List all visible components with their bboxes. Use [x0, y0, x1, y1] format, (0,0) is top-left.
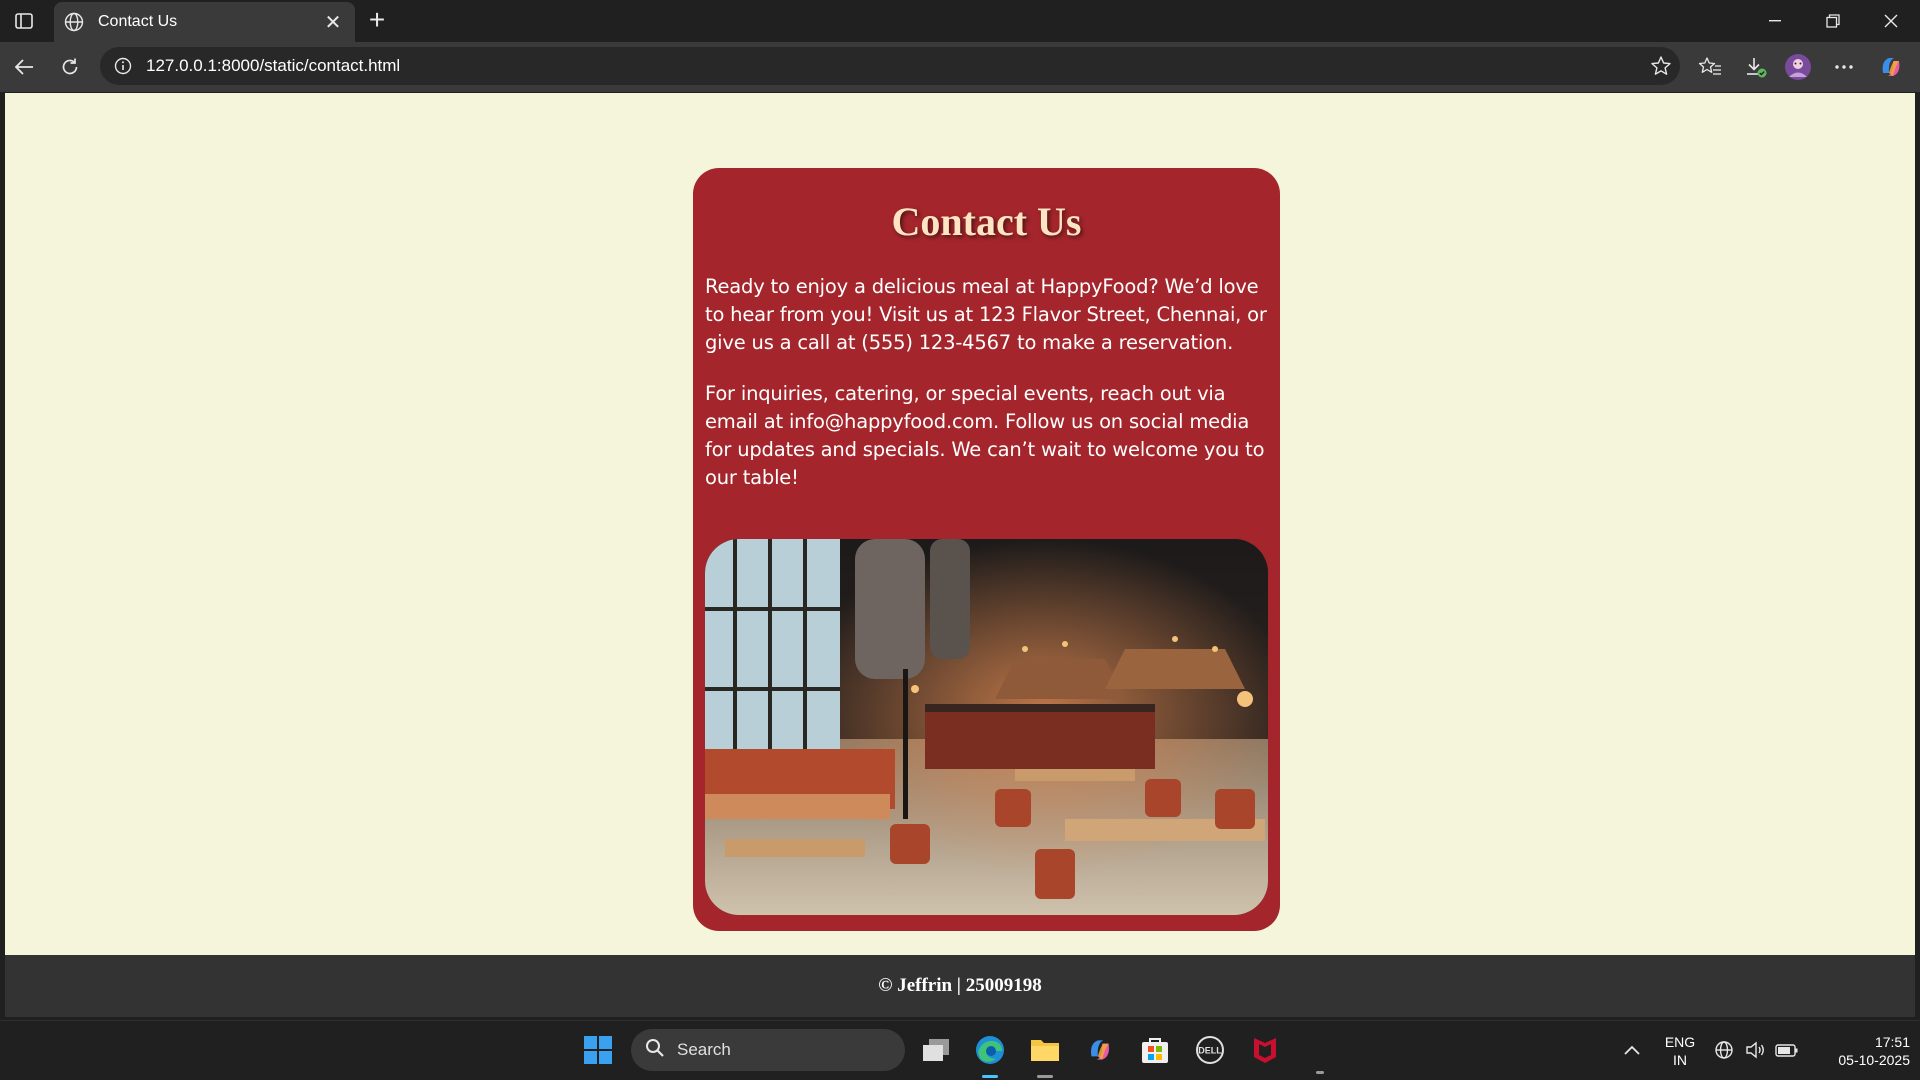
network-globe-icon[interactable] [1708, 1030, 1740, 1070]
chevron-up-icon[interactable] [1612, 1030, 1652, 1070]
microsoft-store-icon[interactable] [1135, 1030, 1175, 1070]
profile-avatar-icon[interactable] [1783, 52, 1813, 82]
browser-tab[interactable]: Contact Us ✕ [54, 2, 355, 42]
region-label: IN [1673, 1052, 1687, 1068]
sidebar-toggle-icon[interactable] [12, 9, 36, 33]
running-app-indicator [1037, 1075, 1053, 1078]
clock-date: 05-10-2025 [1838, 1052, 1910, 1068]
close-tab-icon[interactable]: ✕ [321, 10, 345, 35]
copilot-icon[interactable] [1876, 52, 1906, 82]
browser-toolbar: 127.0.0.1:8000/static/contact.html [0, 42, 1920, 92]
more-options-icon[interactable] [1829, 52, 1859, 82]
tab-title: Contact Us [98, 13, 178, 30]
restore-icon[interactable] [1810, 6, 1856, 36]
svg-text:DELL: DELL [1198, 1046, 1222, 1056]
clock-time: 17:51 [1874, 1034, 1910, 1050]
new-tab-icon[interactable]: + [362, 6, 392, 36]
taskbar-search[interactable]: Search [631, 1029, 905, 1071]
back-icon[interactable] [9, 52, 39, 82]
windows-start-icon[interactable] [578, 1030, 618, 1070]
page-viewport: Contact Us Ready to enjoy a delicious me… [5, 93, 1915, 955]
url-text[interactable]: 127.0.0.1:8000/static/contact.html [146, 56, 1642, 76]
clock[interactable]: 17:51 05-10-2025 [1810, 1033, 1910, 1069]
search-icon [645, 1038, 665, 1063]
copilot-app-icon[interactable] [1080, 1030, 1120, 1070]
downloads-icon[interactable] [1741, 52, 1771, 82]
edge-browser-icon[interactable] [970, 1030, 1010, 1070]
search-label: Search [677, 1040, 731, 1059]
dell-icon[interactable]: DELL [1190, 1030, 1230, 1070]
page-title: Contact Us [891, 199, 1082, 244]
contact-paragraph-2: For inquiries, catering, or special even… [705, 382, 1265, 489]
footer-text: © Jeffrin | 25009198 [878, 975, 1042, 996]
battery-icon[interactable] [1770, 1030, 1804, 1070]
restaurant-interior-image [705, 539, 1268, 915]
active-app-indicator [982, 1075, 998, 1078]
site-info-icon[interactable] [112, 55, 134, 77]
address-bar[interactable]: 127.0.0.1:8000/static/contact.html [100, 47, 1680, 85]
task-view-icon[interactable] [916, 1030, 956, 1070]
contact-paragraph-1: Ready to enjoy a delicious meal at Happy… [705, 275, 1267, 354]
file-explorer-icon[interactable] [1025, 1030, 1065, 1070]
language-indicator[interactable]: ENG IN [1656, 1033, 1704, 1069]
mcafee-icon[interactable] [1245, 1030, 1285, 1070]
windows-taskbar: Search DELL ENG IN 17:51 05-10-2025 [0, 1020, 1920, 1080]
volume-icon[interactable] [1740, 1030, 1772, 1070]
reload-icon[interactable] [55, 52, 85, 82]
favorites-icon[interactable] [1695, 52, 1725, 82]
minimize-icon[interactable] [1752, 6, 1798, 36]
close-window-icon[interactable] [1868, 6, 1914, 36]
favorite-star-icon[interactable] [1642, 55, 1680, 77]
browser-titlebar: Contact Us ✕ + [0, 0, 1920, 42]
contact-card: Contact Us Ready to enjoy a delicious me… [693, 168, 1280, 931]
page-footer: © Jeffrin | 25009198 [5, 955, 1915, 1017]
language-label: ENG [1664, 1034, 1696, 1050]
running-app-indicator-small [1316, 1071, 1324, 1074]
globe-icon [64, 11, 86, 33]
